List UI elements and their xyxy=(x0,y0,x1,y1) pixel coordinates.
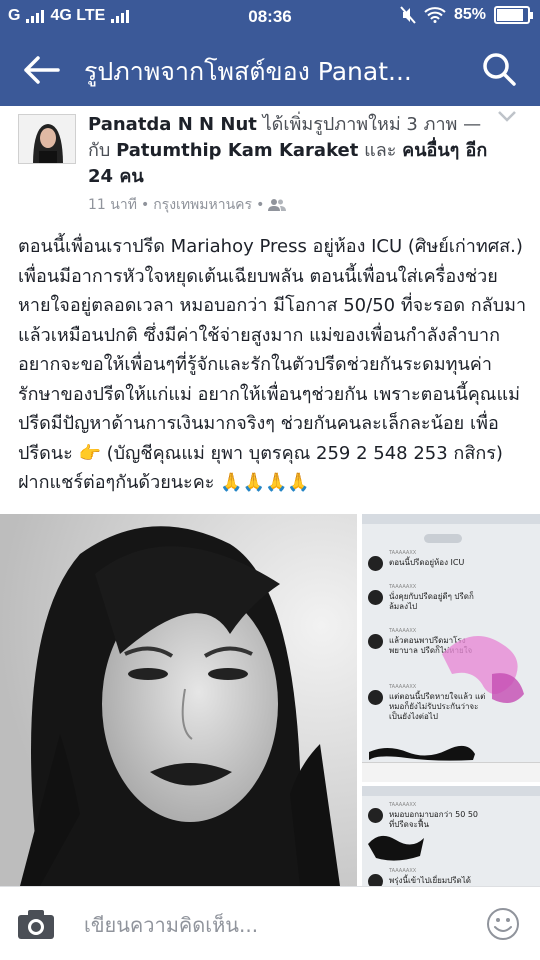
emoji-icon[interactable] xyxy=(486,907,520,941)
chat-date-pill xyxy=(424,534,462,543)
redaction-scribble xyxy=(368,835,424,861)
sticker-image xyxy=(442,636,524,703)
post-time[interactable]: 11 นาที xyxy=(88,194,137,216)
chat-text: นั่งคุยกับปรีดอยู่ดีๆ ปรีดก็ล้มลงไป xyxy=(389,592,474,611)
chat-message: TAAAAAXX พรุ่งนี้เข้าไปเยี่ยมปรีดได้ xyxy=(368,866,488,886)
back-arrow-icon[interactable] xyxy=(22,54,62,86)
battery-icon xyxy=(494,6,533,24)
meta-separator: • xyxy=(140,197,150,213)
chat-avatar xyxy=(368,634,383,649)
status-bar: G 4G LTE 08:36 85% xyxy=(0,0,540,34)
chat-screenshot-photo[interactable]: TAAAAAXX ตอนนี้ปรีดอยู่ห้อง ICU TAAAAAXX น… xyxy=(362,514,540,782)
redaction-scribble xyxy=(369,745,475,761)
post-meta: 11 นาที • กรุงเทพมหานคร • xyxy=(88,194,287,216)
post-location[interactable]: กรุงเทพมหานคร xyxy=(153,194,252,216)
author-name[interactable]: Panatda N N Nut xyxy=(88,114,257,135)
chat-sender: TAAAAAXX xyxy=(389,584,417,590)
comment-bar xyxy=(0,886,540,960)
tagged-user[interactable]: Patumthip Kam Karaket xyxy=(116,140,358,161)
friends-icon xyxy=(268,199,287,211)
chat-text: พรุ่งนี้เข้าไปเยี่ยมปรีดได้ xyxy=(389,876,471,885)
chat-screenshot-photo-2[interactable]: TAAAAAXX หมอบอกมาบอกว่า 50 50 ที่ปรีดจะฟื… xyxy=(362,786,540,886)
chat-header-bar xyxy=(362,514,540,524)
post: Panatda N N Nut ได้เพิ่มรูปภาพใหม่ 3 ภาพ… xyxy=(0,106,540,886)
chat-input-bar xyxy=(362,762,540,782)
chat-message: TAAAAAXX ตอนนี้ปรีดอยู่ห้อง ICU xyxy=(368,548,464,571)
battery-fill xyxy=(497,9,523,21)
search-icon[interactable] xyxy=(480,50,518,88)
comment-input[interactable] xyxy=(84,909,464,941)
portrait-image xyxy=(0,514,357,886)
chevron-down-icon[interactable] xyxy=(496,108,518,124)
chat-avatar xyxy=(368,808,383,823)
chat-sender: TAAAAAXX xyxy=(389,550,417,556)
chat-avatar xyxy=(368,690,383,705)
wifi-icon xyxy=(424,7,446,23)
author-avatar[interactable] xyxy=(18,114,76,164)
chat-avatar xyxy=(368,590,383,605)
chat-sender: TAAAAAXX xyxy=(389,802,417,808)
chat-avatar xyxy=(368,556,383,571)
chat-text: ตอนนี้ปรีดอยู่ห้อง ICU xyxy=(389,558,465,567)
meta-separator: • xyxy=(256,197,265,213)
chat-message: TAAAAAXX นั่งคุยกับปรีดอยู่ดีๆ ปรีดก็ล้มล… xyxy=(368,582,478,612)
post-body: ตอนนี้เพื่อนเราปรีด Mariahoy Press อยู่ห… xyxy=(18,236,527,493)
post-photo[interactable] xyxy=(0,514,357,886)
status-right: 85% xyxy=(400,6,533,24)
mute-icon xyxy=(400,6,416,24)
page-title: รูปภาพจากโพสต์ของ Panat... xyxy=(84,57,412,86)
chat-avatar xyxy=(368,874,383,886)
and-text: และ xyxy=(364,140,397,161)
camera-icon[interactable] xyxy=(16,907,56,941)
post-header: Panatda N N Nut ได้เพิ่มรูปภาพใหม่ 3 ภาพ… xyxy=(88,112,498,190)
avatar-image xyxy=(19,115,75,163)
chat-message: TAAAAAXX หมอบอกมาบอกว่า 50 50 ที่ปรีดจะฟื… xyxy=(368,800,478,830)
chat-sender: TAAAAAXX xyxy=(389,868,417,874)
app-bar: รูปภาพจากโพสต์ของ Panat... xyxy=(0,34,540,106)
battery-percent: 85% xyxy=(453,6,486,23)
chat-text: หมอบอกมาบอกว่า 50 50 ที่ปรีดจะฟื้น xyxy=(389,810,478,829)
chat-header-bar xyxy=(362,786,540,796)
